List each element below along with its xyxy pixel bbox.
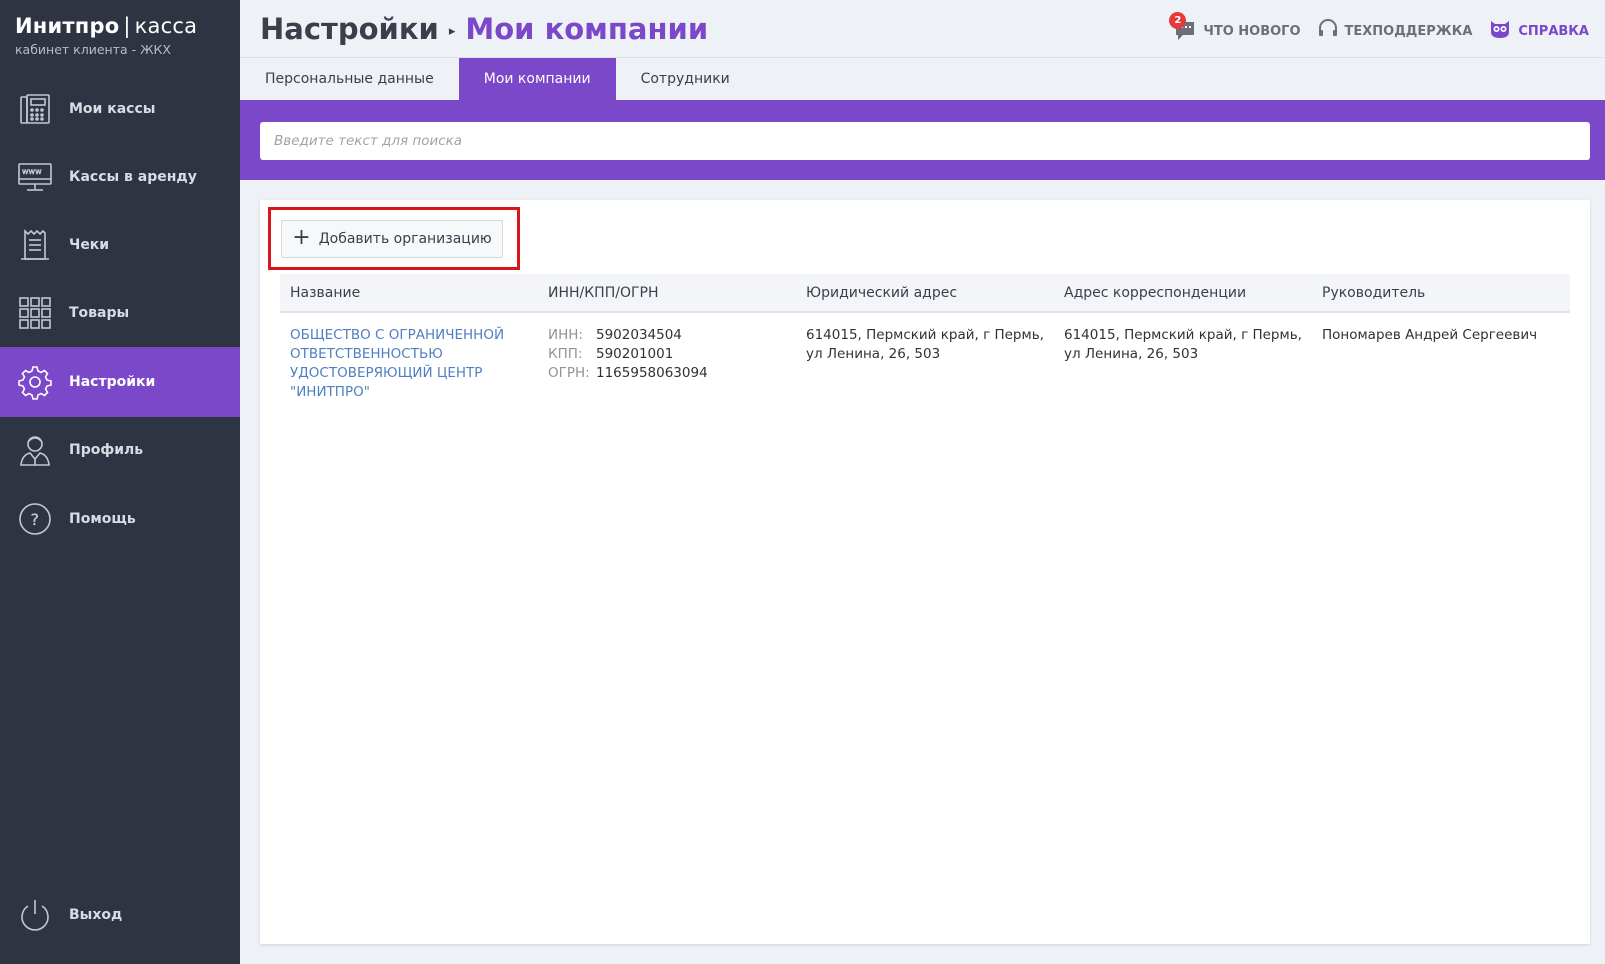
inn-label: ИНН:	[548, 327, 583, 343]
cash-register-icon	[17, 91, 53, 127]
search-input[interactable]	[260, 122, 1590, 160]
svg-text:www: www	[22, 167, 42, 176]
brand-logo[interactable]: Инитпро | касса	[15, 14, 226, 38]
sidebar-item-label: Помощь	[69, 511, 136, 527]
user-profile-icon	[17, 432, 53, 468]
support-label: ТЕХПОДДЕРЖКА	[1344, 23, 1473, 39]
grid-icon	[17, 295, 53, 331]
kpp-label: КПП:	[548, 346, 583, 362]
sidebar: Инитпро | касса кабинет клиента - ЖКХ Мои …	[0, 0, 240, 964]
column-header-requisites[interactable]: ИНН/КПП/ОГРН	[538, 274, 796, 313]
organization-link[interactable]: ОБЩЕСТВО С ОГРАНИЧЕННОЙ ОТВЕТСТВЕННОСТЬЮ…	[290, 327, 504, 400]
breadcrumb-root[interactable]: Настройки	[260, 12, 439, 46]
add-organization-button[interactable]: + Добавить организацию	[281, 220, 503, 258]
plus-icon: +	[292, 225, 311, 250]
sidebar-item-label: Настройки	[69, 374, 156, 390]
cell-name: ОБЩЕСТВО С ОГРАНИЧЕННОЙ ОТВЕТСТВЕННОСТЬЮ…	[280, 312, 538, 415]
receipt-icon	[17, 227, 53, 263]
brand-separator: |	[123, 14, 131, 38]
table-row[interactable]: ОБЩЕСТВО С ОГРАНИЧЕННОЙ ОТВЕТСТВЕННОСТЬЮ…	[280, 312, 1570, 415]
sidebar-item-logout[interactable]: Выход	[0, 880, 240, 950]
tab-personal-data[interactable]: Персональные данные	[240, 58, 459, 100]
inn-value: 5902034504	[596, 327, 682, 343]
cell-requisites: ИНН: 5902034504 КПП: 590201001 ОГРН: 116595…	[538, 312, 796, 415]
sidebar-item-receipts[interactable]: Чеки	[0, 210, 240, 280]
power-icon	[17, 897, 53, 933]
breadcrumb-arrow-icon: ▸	[448, 23, 456, 39]
brand-product: касса	[134, 14, 198, 38]
sidebar-item-label: Мои кассы	[69, 101, 156, 117]
whats-new-label: ЧТО НОВОГО	[1203, 23, 1301, 39]
sidebar-item-profile[interactable]: Профиль	[0, 415, 240, 485]
whats-new-button[interactable]: 2 ЧТО НОВОГО	[1169, 12, 1301, 42]
sidebar-item-label: Товары	[69, 305, 130, 321]
page-title: Мои компании	[465, 12, 709, 46]
column-header-name[interactable]: Название	[280, 274, 538, 313]
sidebar-item-label: Чеки	[69, 237, 110, 253]
header: Настройки ▸ Мои компании 2 ЧТО НОВОГО ТЕХП…	[240, 0, 1605, 58]
ogrn-value: 1165958063094	[596, 365, 708, 381]
ogrn-row: ОГРН: 1165958063094	[548, 364, 786, 383]
brand: Инитпро | касса кабинет клиента - ЖКХ	[0, 0, 240, 80]
column-header-mail-address[interactable]: Адрес корреспонденции	[1054, 274, 1312, 313]
sidebar-item-help[interactable]: ? Помощь	[0, 484, 240, 554]
cell-legal-address: 614015, Пермский край, г Пермь, ул Ленин…	[806, 327, 1044, 362]
inn-row: ИНН: 5902034504	[548, 326, 786, 345]
sidebar-item-my-registers[interactable]: Мои кассы	[0, 74, 240, 144]
kpp-value: 590201001	[596, 346, 674, 362]
question-circle-icon: ?	[17, 501, 53, 537]
gear-icon	[17, 364, 53, 400]
chat-bubble-icon: 2	[1169, 12, 1197, 42]
sidebar-item-label: Кассы в аренду	[69, 169, 197, 185]
owl-icon	[1488, 18, 1512, 44]
tab-bar: Персональные данные Мои компании Сотрудн…	[240, 58, 755, 100]
brand-name: Инитпро	[15, 14, 120, 38]
sidebar-item-settings[interactable]: Настройки	[0, 347, 240, 417]
brand-subtitle: кабинет клиента - ЖКХ	[15, 42, 171, 57]
tab-employees[interactable]: Сотрудники	[616, 58, 755, 100]
ogrn-label: ОГРН:	[548, 365, 590, 381]
support-button[interactable]: ТЕХПОДДЕРЖКА	[1317, 18, 1473, 44]
sidebar-item-rent-registers[interactable]: www Кассы в аренду	[0, 142, 240, 212]
svg-text:?: ?	[31, 510, 40, 529]
headset-icon	[1317, 18, 1339, 44]
breadcrumb: Настройки ▸ Мои компании	[260, 12, 708, 46]
help-button[interactable]: СПРАВКА	[1488, 18, 1589, 44]
sidebar-item-label: Выход	[69, 907, 123, 923]
column-header-director[interactable]: Руководитель	[1312, 274, 1570, 313]
cell-director: Пономарев Андрей Сергеевич	[1322, 327, 1538, 343]
sidebar-item-goods[interactable]: Товары	[0, 278, 240, 348]
companies-card: + Добавить организацию Название ИНН/КПП/…	[260, 200, 1590, 944]
table-header-row: Название ИНН/КПП/ОГРН Юридический адрес …	[280, 274, 1570, 313]
kpp-row: КПП: 590201001	[548, 345, 786, 364]
top-actions: 2 ЧТО НОВОГО ТЕХПОДДЕРЖКА СПРАВКА	[1169, 12, 1589, 44]
sidebar-item-label: Профиль	[69, 442, 144, 458]
cell-mail-address: 614015, Пермский край, г Пермь, ул Ленин…	[1064, 327, 1302, 362]
tab-my-companies[interactable]: Мои компании	[458, 58, 616, 100]
www-monitor-icon: www	[17, 159, 53, 195]
companies-table: Название ИНН/КПП/ОГРН Юридический адрес …	[280, 274, 1570, 415]
column-header-legal-address[interactable]: Юридический адрес	[796, 274, 1054, 313]
search-band	[240, 100, 1605, 180]
add-organization-label: Добавить организацию	[318, 231, 492, 247]
help-label: СПРАВКА	[1518, 23, 1589, 39]
